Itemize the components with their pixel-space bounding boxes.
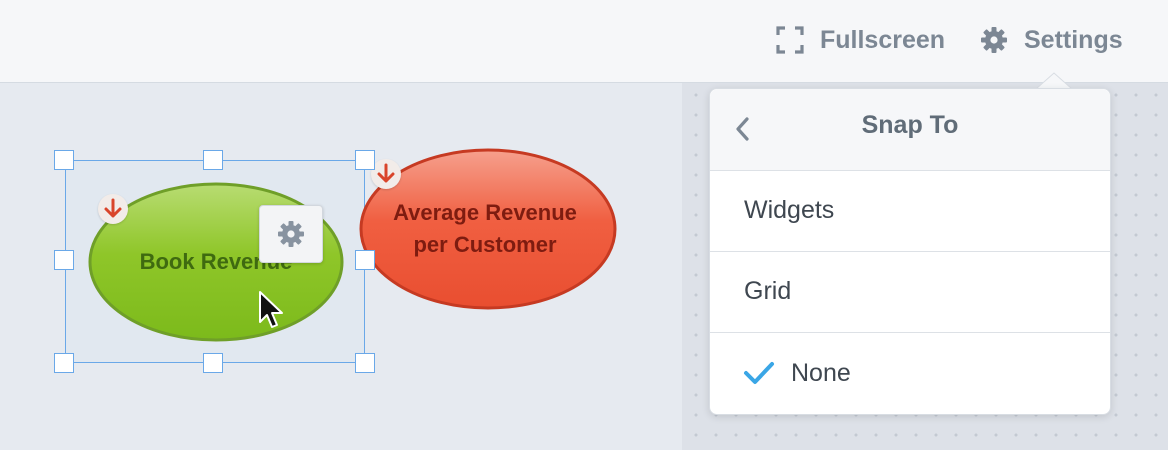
snap-option-none[interactable]: None	[710, 334, 1110, 415]
popover-title: Snap To	[861, 111, 959, 139]
snap-option-label: Widgets	[744, 196, 835, 224]
avg-revenue-label-line2: per Customer	[413, 232, 557, 257]
resize-handle-top-left[interactable]	[54, 150, 74, 170]
checkmark-icon	[744, 362, 774, 384]
resize-handle-bottom-right[interactable]	[355, 353, 375, 373]
fullscreen-icon	[776, 26, 804, 54]
widget-settings-button[interactable]	[259, 205, 323, 263]
snap-option-grid[interactable]: Grid	[710, 252, 1110, 333]
snap-to-popover: Snap To Widgets Grid None	[709, 88, 1111, 415]
mouse-cursor-icon	[259, 291, 283, 328]
settings-button[interactable]: Settings	[980, 22, 1123, 58]
gear-icon	[278, 221, 304, 247]
resize-handle-top[interactable]	[203, 150, 223, 170]
resize-handle-bottom-left[interactable]	[54, 353, 74, 373]
gear-icon	[980, 26, 1008, 54]
resize-handle-left[interactable]	[54, 250, 74, 270]
snap-option-label: None	[791, 359, 851, 387]
fullscreen-label: Fullscreen	[820, 25, 946, 54]
fullscreen-button[interactable]: Fullscreen	[776, 22, 945, 58]
snap-option-label: Grid	[744, 277, 792, 305]
avg-revenue-label-line1: Average Revenue	[393, 200, 577, 225]
arrow-down-icon	[104, 198, 122, 218]
arrow-down-icon	[377, 163, 395, 183]
resize-handle-bottom[interactable]	[203, 353, 223, 373]
resize-handle-top-right[interactable]	[355, 150, 375, 170]
top-toolbar: Fullscreen Settings	[0, 0, 1168, 83]
snap-option-widgets[interactable]: Widgets	[710, 171, 1110, 252]
popover-header: Snap To	[710, 89, 1110, 171]
resize-handle-right[interactable]	[355, 250, 375, 270]
book-revenue-arrow-badge[interactable]	[98, 194, 128, 224]
settings-label: Settings	[1024, 25, 1123, 54]
avg-revenue-arrow-badge[interactable]	[371, 159, 401, 189]
